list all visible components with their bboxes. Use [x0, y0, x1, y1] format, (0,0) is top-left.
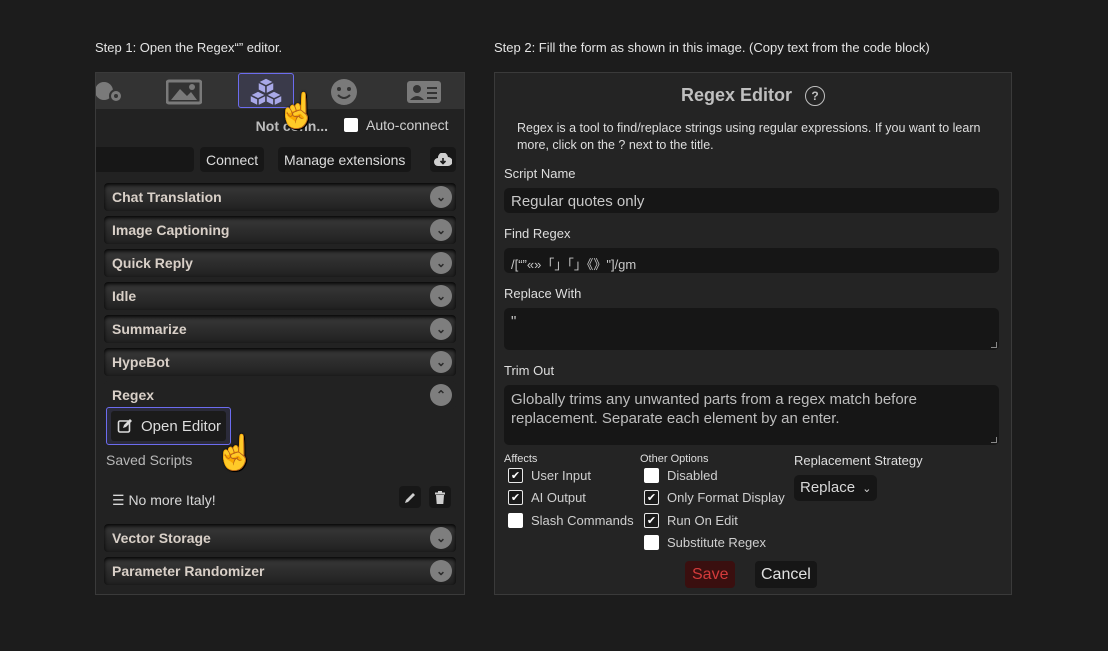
- chevron-down-icon[interactable]: ⌄: [430, 560, 452, 582]
- replacement-strategy-select[interactable]: Replace ⌄: [794, 475, 878, 501]
- trash-icon: [435, 490, 445, 504]
- chevron-down-icon[interactable]: ⌄: [430, 351, 452, 373]
- delete-script-button[interactable]: [429, 486, 451, 508]
- drawer-hypebot[interactable]: HypeBot ⌄: [104, 348, 456, 376]
- replacement-strategy-label: Replacement Strategy: [794, 453, 923, 468]
- auto-connect-label: Auto-connect: [366, 117, 449, 133]
- trim-out-label: Trim Out: [504, 363, 555, 378]
- trim-out-textarea[interactable]: Globally trims any unwanted parts from a…: [504, 385, 999, 445]
- open-editor-button[interactable]: Open Editor: [106, 407, 231, 445]
- drawer-idle[interactable]: Idle ⌄: [104, 282, 456, 310]
- checkbox-checked[interactable]: ✔: [508, 490, 523, 505]
- drawer-label: Summarize: [112, 321, 187, 337]
- resize-handle[interactable]: [991, 342, 997, 348]
- drawer-label: Chat Translation: [112, 189, 222, 205]
- chevron-down-icon[interactable]: ⌄: [430, 285, 452, 307]
- option-label: Disabled: [667, 468, 718, 483]
- chevron-down-icon: ⌄: [862, 483, 872, 495]
- resize-handle[interactable]: [991, 437, 997, 443]
- extensions-panel: Not conn... Auto-connect Connect Manage …: [95, 72, 465, 595]
- option-label: Substitute Regex: [667, 535, 767, 550]
- api-url-input[interactable]: [96, 147, 194, 172]
- drawer-label: Parameter Randomizer: [112, 563, 265, 579]
- regex-editor-dialog: Regex Editor ? Regex is a tool to find/r…: [494, 72, 1012, 595]
- open-editor-label: Open Editor: [141, 417, 222, 435]
- trim-out-placeholder: Globally trims any unwanted parts from a…: [511, 391, 918, 427]
- chevron-down-icon[interactable]: ⌄: [430, 318, 452, 340]
- replace-with-value: ": [511, 313, 517, 330]
- drawer-regex[interactable]: Regex ⌃: [104, 381, 456, 409]
- drawer-chat-translation[interactable]: Chat Translation ⌄: [104, 183, 456, 211]
- drawer-label: Vector Storage: [112, 530, 211, 546]
- option-substitute-regex[interactable]: Substitute Regex: [644, 535, 766, 550]
- find-regex-input[interactable]: /[“”«»「」「」《》"]/gm: [504, 248, 999, 273]
- other-options-label: Other Options: [640, 453, 709, 465]
- checkbox-checked[interactable]: ✔: [508, 468, 523, 483]
- option-disabled[interactable]: Disabled: [644, 468, 718, 483]
- saved-scripts-label: Saved Scripts: [106, 452, 193, 468]
- edit-icon: [117, 419, 132, 433]
- option-label: Run On Edit: [667, 513, 738, 528]
- affects-ai-output[interactable]: ✔ AI Output: [508, 490, 586, 505]
- extensions-settings-icon[interactable]: [96, 77, 134, 107]
- chevron-down-icon[interactable]: ⌄: [430, 252, 452, 274]
- checkbox-unchecked[interactable]: [508, 513, 523, 528]
- checkbox-unchecked[interactable]: [644, 535, 659, 550]
- save-button[interactable]: Save: [685, 561, 736, 588]
- pencil-icon: [404, 492, 415, 503]
- editor-title: Regex Editor ?: [495, 85, 1011, 107]
- drawer-label: Quick Reply: [112, 255, 193, 271]
- option-label: Only Format Display: [667, 490, 785, 505]
- manage-extensions-button[interactable]: Manage extensions: [278, 147, 412, 172]
- chevron-up-icon[interactable]: ⌃: [430, 384, 452, 406]
- persona-card-icon[interactable]: [402, 77, 446, 107]
- image-icon[interactable]: [162, 77, 206, 107]
- hand-pointer-icon: ☝: [276, 92, 319, 130]
- auto-connect-box[interactable]: [344, 118, 358, 132]
- option-label: Slash Commands: [531, 513, 634, 528]
- saved-script-name[interactable]: ☰ No more Italy!: [112, 492, 216, 509]
- script-name-input[interactable]: Regular quotes only: [504, 188, 999, 213]
- chevron-down-icon[interactable]: ⌄: [430, 186, 452, 208]
- editor-title-text: Regex Editor: [680, 85, 792, 105]
- drawer-summarize[interactable]: Summarize ⌄: [104, 315, 456, 343]
- affects-label: Affects: [504, 453, 538, 465]
- smiley-icon[interactable]: [322, 77, 366, 107]
- cloud-download-icon: [434, 152, 452, 166]
- edit-script-button[interactable]: [399, 486, 421, 508]
- option-label: User Input: [531, 468, 591, 483]
- checkbox-unchecked[interactable]: [644, 468, 659, 483]
- drawer-quick-reply[interactable]: Quick Reply ⌄: [104, 249, 456, 277]
- option-run-on-edit[interactable]: ✔ Run On Edit: [644, 513, 738, 528]
- cancel-button[interactable]: Cancel: [755, 561, 817, 588]
- chevron-down-icon[interactable]: ⌄: [430, 219, 452, 241]
- affects-slash-commands[interactable]: Slash Commands: [508, 513, 634, 528]
- chevron-down-icon[interactable]: ⌄: [430, 527, 452, 549]
- hand-pointer-icon: ☝: [214, 434, 257, 472]
- checkbox-checked[interactable]: ✔: [644, 490, 659, 505]
- connect-button[interactable]: Connect: [200, 147, 265, 172]
- replace-with-textarea[interactable]: ": [504, 308, 999, 350]
- drawer-label: Image Captioning: [112, 222, 230, 238]
- replace-with-label: Replace With: [504, 286, 582, 301]
- download-extensions-button[interactable]: [430, 147, 456, 172]
- editor-description: Regex is a tool to find/replace strings …: [517, 121, 981, 152]
- option-label: AI Output: [531, 490, 586, 505]
- drawer-vector-storage[interactable]: Vector Storage ⌄: [104, 524, 456, 552]
- drawer-label: Regex: [112, 387, 155, 403]
- auto-connect-checkbox[interactable]: Auto-connect: [344, 117, 449, 133]
- script-name-label: Script Name: [504, 166, 576, 181]
- option-only-format-display[interactable]: ✔ Only Format Display: [644, 490, 785, 505]
- affects-user-input[interactable]: ✔ User Input: [508, 468, 591, 483]
- checkbox-checked[interactable]: ✔: [644, 513, 659, 528]
- step2-instruction: Step 2: Fill the form as shown in this i…: [494, 40, 930, 55]
- drawer-label: HypeBot: [112, 354, 170, 370]
- drawer-image-captioning[interactable]: Image Captioning ⌄: [104, 216, 456, 244]
- find-regex-label: Find Regex: [504, 226, 571, 241]
- strategy-value: Replace: [800, 479, 856, 496]
- step1-instruction: Step 1: Open the Regex“” editor.: [95, 40, 283, 55]
- drawer-parameter-randomizer[interactable]: Parameter Randomizer ⌄: [104, 557, 456, 585]
- help-icon[interactable]: ?: [805, 86, 826, 107]
- drawer-label: Idle: [112, 288, 137, 304]
